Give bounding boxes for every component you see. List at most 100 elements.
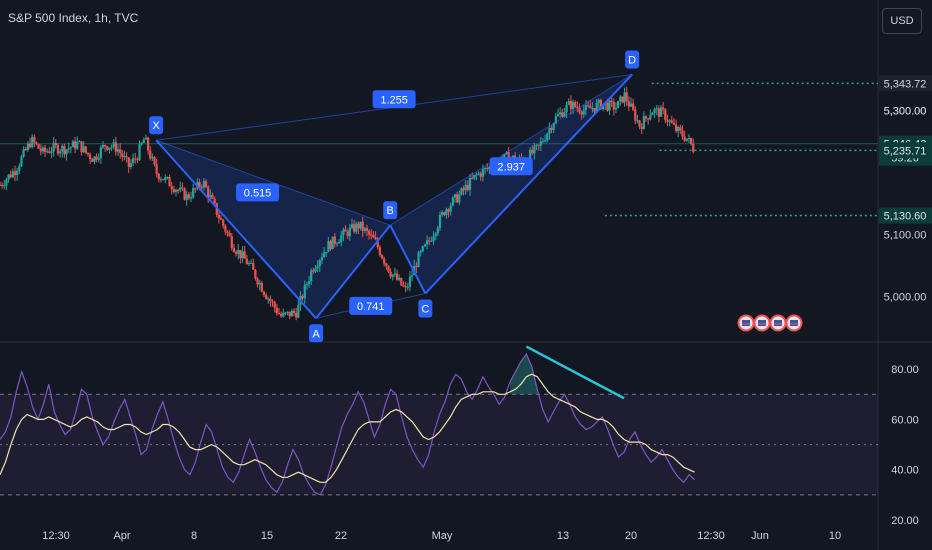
candle-body [43, 147, 47, 152]
ratio-label: 0.515 [244, 187, 272, 199]
candle-body [7, 174, 10, 180]
candle-body [31, 136, 34, 148]
candle-body [318, 260, 321, 267]
point-label-a: A [312, 328, 320, 340]
point-label-d: D [628, 54, 636, 66]
candle-body [185, 194, 188, 200]
x-tick-label: Apr [113, 530, 130, 542]
candle-body [561, 112, 564, 117]
candle-body [181, 187, 184, 189]
candle-body [692, 143, 695, 152]
candle-body [593, 108, 596, 112]
candle-body [99, 147, 102, 159]
candle-body [404, 286, 407, 288]
chart-window[interactable]: 12:30 Apr 8 15 22 May 13 20 12:30 Jun 10 5,000.00 5,… [0, 0, 932, 550]
candle-body [123, 156, 126, 158]
rsi-tick-label: 20.00 [891, 515, 919, 527]
candle-body [657, 108, 660, 117]
candle-body [265, 295, 268, 299]
candle-body [544, 140, 547, 142]
candle-body [449, 205, 452, 212]
candle-body [0, 184, 2, 186]
candle-body [580, 112, 583, 115]
candle-body [271, 301, 274, 303]
event-flag-icon [769, 314, 787, 332]
candle-body [213, 198, 216, 204]
chart-title: S&P 500 Index, 1h, TVC [8, 11, 139, 25]
candle-body [228, 232, 231, 237]
candle-body [374, 237, 377, 240]
candle-body [685, 138, 688, 141]
candle-body [327, 241, 330, 253]
candle-body [571, 101, 575, 110]
candle-body [230, 236, 233, 248]
candle-body [189, 197, 193, 199]
candle-body [301, 296, 304, 299]
candle-body [207, 187, 210, 198]
candle-body [402, 285, 405, 287]
candle-body [166, 177, 169, 179]
divergence-line [525, 345, 625, 400]
candle-body [222, 219, 225, 226]
candle-body [288, 311, 291, 317]
rsi-tick-label: 80.00 [891, 364, 919, 376]
candle-body [20, 156, 23, 166]
candle-body [106, 146, 109, 150]
candle-body [144, 137, 148, 140]
candle-body [245, 258, 248, 265]
candle-body [316, 266, 319, 269]
candle-body [84, 146, 87, 153]
candle-body [353, 224, 356, 232]
candle-body [342, 229, 345, 236]
candle-body [668, 120, 671, 122]
candle-body [80, 141, 83, 153]
candle-body [22, 149, 25, 157]
candle-body [389, 271, 392, 277]
candle-body [239, 249, 242, 259]
candle-body [202, 181, 205, 188]
candle-body [277, 313, 281, 315]
candle-body [209, 195, 212, 198]
candle-body [305, 284, 309, 286]
chart-canvas[interactable]: 12:30 Apr 8 15 22 May 13 20 12:30 Jun 10 5,000.00 5,… [0, 0, 932, 550]
candle-body [194, 188, 197, 190]
candle-body [559, 112, 562, 115]
candle-body [204, 181, 208, 188]
candle-body [391, 274, 394, 277]
candle-body [479, 173, 482, 177]
point-label-c: C [421, 303, 429, 315]
price-label: 5,300.00 [884, 105, 927, 117]
candle-body [1, 185, 4, 187]
candle-body [443, 212, 446, 216]
candle-body [556, 114, 560, 117]
candle-body [672, 122, 676, 125]
candle-body [177, 190, 180, 192]
candle-body [314, 268, 317, 272]
candle-body [432, 236, 435, 241]
candle-body [142, 139, 145, 143]
candle-body [632, 103, 635, 110]
currency-button[interactable]: USD [882, 8, 922, 34]
candle-body [651, 112, 654, 116]
candle-body [346, 231, 349, 237]
candle-body [116, 149, 120, 152]
candle-body [597, 99, 600, 103]
candle-body [243, 251, 246, 259]
candle-body [687, 137, 691, 139]
candle-body [125, 156, 128, 158]
candle-body [591, 108, 594, 110]
candle-body [48, 151, 51, 153]
candle-body [162, 179, 165, 181]
candle-body [475, 174, 478, 176]
candle-body [436, 227, 439, 234]
candle-body [681, 130, 684, 137]
candle-body [310, 270, 313, 282]
candle-body [408, 276, 412, 287]
candle-body [348, 227, 351, 237]
candle-body [71, 141, 75, 148]
x-tick-label: 13 [557, 530, 569, 542]
candle-body [627, 101, 630, 107]
candle-body [664, 109, 667, 121]
candle-body [168, 177, 171, 187]
candle-body [58, 151, 62, 154]
